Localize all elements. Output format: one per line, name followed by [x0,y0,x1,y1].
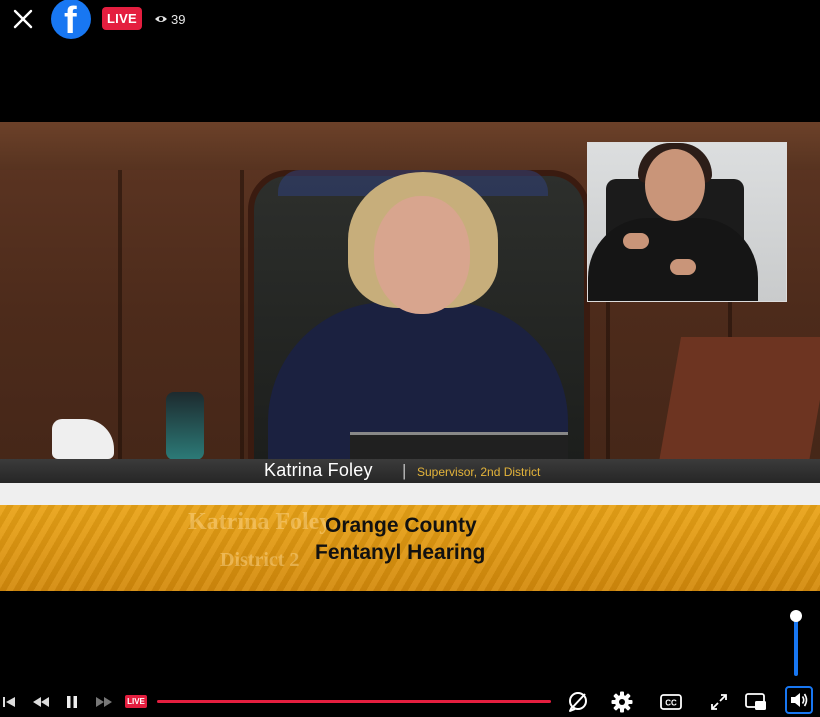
closed-captions-icon: CC [660,693,682,710]
close-icon [13,9,33,29]
speaker-title: Supervisor, 2nd District [417,465,541,479]
fullscreen-button[interactable] [706,686,732,717]
comments-toggle-button[interactable] [564,686,592,717]
speaker-name: Katrina Foley [264,460,373,480]
facebook-logo-icon[interactable]: f [51,0,91,39]
interpreter-face [645,149,705,221]
banner-line-1: Orange County [325,514,477,537]
interpreter-hand-right [670,259,696,275]
closed-captions-button[interactable]: CC [657,686,685,717]
banner-line-2: Fentanyl Hearing [315,541,486,564]
viewer-count-value: 39 [171,11,186,27]
top-bar: f LIVE 39 [0,0,820,40]
water-bottle [166,392,204,460]
settings-gear-icon [611,691,633,712]
volume-button[interactable] [785,686,813,714]
volume-slider-track[interactable] [794,618,798,676]
picture-in-picture-button[interactable] [743,686,769,717]
close-button[interactable] [12,8,34,30]
lower-third-separator: | [402,461,407,480]
banner-background-district: District 2 [220,549,300,571]
tissue-box [52,419,114,459]
dais-panel [658,337,820,462]
comment-off-icon [569,691,587,712]
settings-button[interactable] [608,686,636,717]
facebook-logo-letter: f [64,0,77,39]
volume-slider-knob[interactable] [790,610,802,622]
progress-bar[interactable] [157,700,551,703]
lower-third: Katrina Foley | Supervisor, 2nd District [0,459,820,483]
pause-button[interactable] [62,686,82,717]
rewind-button[interactable] [30,686,52,717]
live-indicator[interactable]: LIVE [125,695,147,708]
viewer-count: 39 [154,9,185,29]
banner-background-name: Katrina Foley [188,509,332,535]
closed-captions-label: CC [665,698,677,707]
volume-icon [791,693,808,707]
picture-in-picture-icon [745,692,766,710]
interpreter-hand-left [623,233,649,249]
skip-back-icon [3,696,15,707]
skip-back-button[interactable] [0,686,18,717]
fast-forward-button[interactable] [93,686,115,717]
banner-divider [0,483,820,505]
rewind-icon [33,696,49,707]
fast-forward-icon [96,696,112,707]
sign-language-interpreter-inset [587,142,787,302]
hearing-banner: Katrina Foley District 2 Orange County F… [0,505,820,591]
speaker-face [374,196,470,314]
pause-icon [67,695,77,708]
fullscreen-icon [711,693,727,710]
eye-icon [155,16,167,22]
video-frame[interactable]: Katrina Foley | Supervisor, 2nd District… [0,122,820,591]
volume-slider[interactable] [790,610,802,676]
live-badge: LIVE [102,7,142,30]
